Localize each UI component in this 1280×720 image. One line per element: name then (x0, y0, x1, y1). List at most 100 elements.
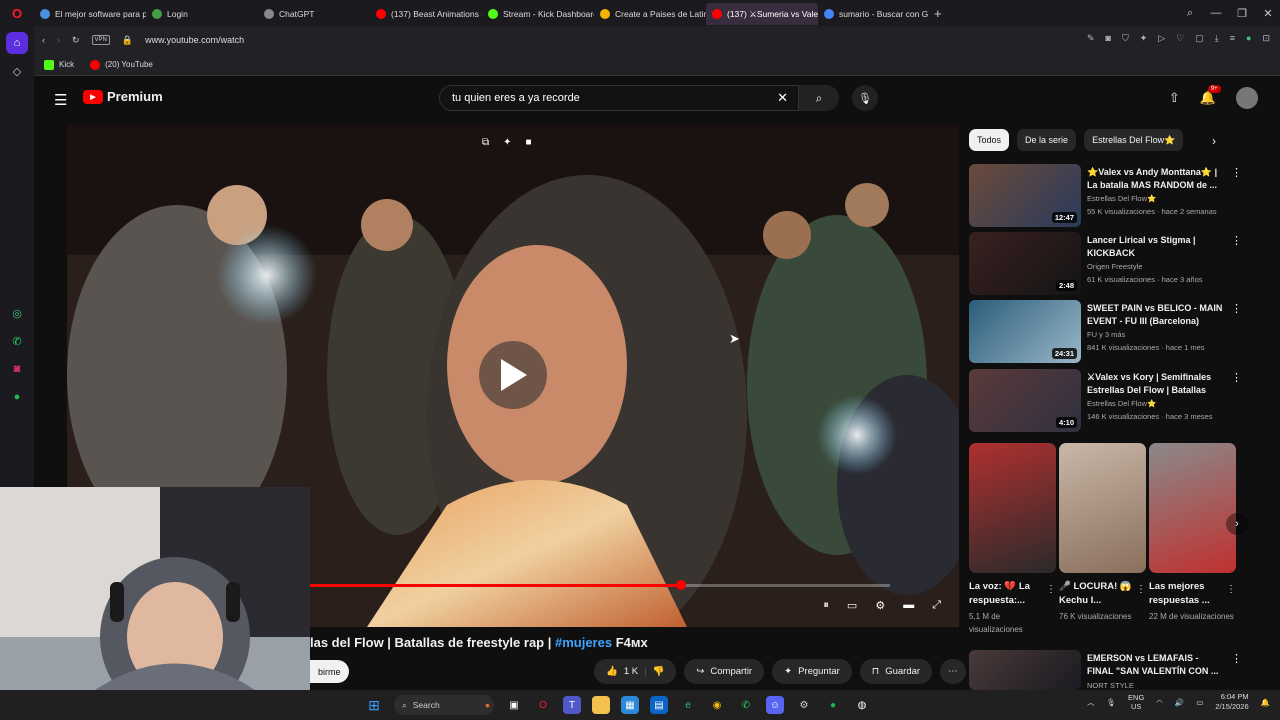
play-icon[interactable]: ▷ (1158, 33, 1165, 44)
short-title[interactable]: 🎤 LOCURA! 😱 Kechu I... (1059, 580, 1135, 608)
chevron-right-icon[interactable]: › (1212, 134, 1216, 148)
theater-mode-icon[interactable]: ▬ (903, 599, 914, 612)
menu-icon[interactable]: ≡ (1230, 33, 1235, 44)
outlook-icon[interactable]: ▤ (650, 696, 668, 714)
sparkle-icon[interactable]: ✦ (503, 137, 511, 148)
pin-icon[interactable]: ◇ (6, 60, 28, 82)
channel-name[interactable]: Origen Freestyle (1087, 262, 1237, 271)
teams-icon[interactable]: T (563, 696, 581, 714)
more-options-icon[interactable]: ⋮ (1136, 584, 1146, 595)
video-thumbnail[interactable]: 4:10 (969, 369, 1081, 432)
recommendation-item[interactable]: 4:10 ⚔Valex vs Kory | Semifinales Estrell… (969, 369, 1259, 433)
close-window-button[interactable]: ✕ (1256, 7, 1280, 20)
subtitles-icon[interactable]: ▭ (847, 599, 857, 612)
notification-center-icon[interactable]: 🔔 (1261, 698, 1270, 707)
browser-tab[interactable]: ChatGPT (258, 3, 370, 25)
video-thumbnail[interactable] (969, 650, 1081, 690)
short-title[interactable]: La voz: 💔 La respuesta:... (969, 580, 1045, 608)
avatar[interactable] (1236, 87, 1258, 109)
more-options-icon[interactable]: ⋮ (1231, 652, 1242, 665)
url-field[interactable]: www.youtube.com/watch (145, 35, 244, 45)
video-title[interactable]: ⚔Valex vs Kory | Semifinales Estrellas D… (1087, 371, 1225, 398)
chatgpt-icon[interactable]: ◎ (6, 302, 28, 324)
channel-name[interactable]: FU y 3 más (1087, 330, 1237, 339)
recommendation-item[interactable]: 2:48 Lancer Lirical vs Stigma | KICKBACK O… (969, 232, 1259, 296)
filter-chip[interactable]: De la serie (1017, 129, 1077, 151)
channel-name[interactable]: Estrellas Del Flow⭐ (1087, 399, 1237, 408)
download-icon[interactable]: ⤓ (1215, 33, 1219, 44)
video-title[interactable]: SWEET PAIN vs BELICO - MAIN EVENT - FU I… (1087, 302, 1225, 328)
chevron-up-icon[interactable]: ︿ (1087, 697, 1095, 708)
save-button[interactable]: ⊓ Guardar (859, 659, 933, 684)
ask-button[interactable]: ✦ Preguntar (772, 659, 852, 684)
filter-chip[interactable]: Todos (969, 129, 1010, 151)
whatsapp-icon[interactable]: ✆ (6, 330, 28, 352)
wifi-icon[interactable]: ◠ (1156, 698, 1163, 707)
channel-name[interactable]: Estrellas Del Flow⭐ (1087, 194, 1237, 203)
bookmark-youtube[interactable]: (20) YouTube (90, 59, 153, 70)
more-actions-button[interactable]: ⋯ (940, 659, 966, 684)
extension-icon[interactable]: ✦ (1140, 33, 1148, 44)
edit-icon[interactable]: ✎ (1087, 33, 1095, 44)
forward-icon[interactable]: › (57, 35, 60, 45)
opera-taskbar-icon[interactable]: O (534, 696, 552, 714)
spotify-taskbar-icon[interactable]: ● (824, 696, 842, 714)
short-thumbnail[interactable] (969, 443, 1056, 573)
taskbar-search[interactable]: ⌕ Search ● (394, 695, 494, 715)
opera-menu-icon[interactable]: O (0, 0, 34, 26)
play-button[interactable] (479, 341, 547, 409)
clear-search-icon[interactable]: ✕ (777, 90, 788, 106)
store-icon[interactable]: ▦ (621, 696, 639, 714)
more-options-icon[interactable]: ⋮ (1231, 302, 1242, 315)
back-icon[interactable]: ‹ (42, 35, 45, 45)
microphone-icon[interactable]: 🎙 (1107, 698, 1117, 707)
progress-bar[interactable] (310, 580, 890, 590)
search-tabs-icon[interactable]: ⌕ (1178, 7, 1202, 20)
video-thumbnail[interactable]: 24:31 (969, 300, 1081, 363)
volume-icon[interactable]: 🔊 (1175, 698, 1184, 707)
maximize-button[interactable]: ❐ (1230, 7, 1254, 20)
steam-icon[interactable]: ⚙ (795, 696, 813, 714)
recommendation-item[interactable]: 12:47 ⭐Valex vs Andy Monttana⭐ | La batal… (969, 164, 1259, 228)
shield-icon[interactable]: ⛉ (1122, 33, 1129, 44)
camera-icon[interactable]: ◙ (1106, 33, 1111, 44)
short-title[interactable]: Las mejores respuestas ... (1149, 580, 1225, 608)
browser-tab[interactable]: (137) ⚔Sumeria vs Valex (706, 3, 818, 25)
clock[interactable]: 6:04 PM 2/15/2026 (1215, 692, 1248, 712)
whatsapp-taskbar-icon[interactable]: ✆ (737, 696, 755, 714)
minimize-button[interactable]: — (1204, 7, 1228, 19)
settings-icon[interactable]: ⚙ (875, 599, 885, 612)
copy-icon[interactable]: ⧉ (482, 137, 489, 148)
browser-tab[interactable]: Stream - Kick Dashboard (482, 3, 594, 25)
hamburger-menu-icon[interactable]: ☰ (54, 91, 67, 109)
battery-icon[interactable]: ▭ (1196, 698, 1203, 707)
youtube-logo[interactable]: ▶ Premium (83, 89, 163, 104)
file-explorer-icon[interactable] (592, 696, 610, 714)
upload-icon[interactable]: ⇧ (1169, 90, 1180, 106)
voice-search-icon[interactable]: 🎙 (852, 85, 878, 111)
notifications-icon[interactable]: 🔔 9+ (1200, 85, 1221, 106)
video-title[interactable]: Lancer Lirical vs Stigma | KICKBACK (1087, 234, 1225, 260)
video-title[interactable]: EMERSON vs LEMAFAIS - FINAL "SAN VALENTÍ… (1087, 652, 1225, 678)
task-view-icon[interactable]: ▣ (505, 696, 523, 714)
edge-icon[interactable]: e (679, 696, 697, 714)
more-options-icon[interactable]: ⋮ (1046, 584, 1056, 595)
hashtag-link[interactable]: #mujeres (555, 635, 612, 650)
spotify-icon[interactable]: ● (6, 386, 28, 408)
camera-icon[interactable]: ■ (526, 137, 532, 148)
video-thumbnail[interactable]: 12:47 (969, 164, 1081, 227)
profile-icon[interactable]: ● (1246, 33, 1251, 44)
channel-name[interactable]: NORT STYLE (1087, 681, 1237, 690)
browser-tab[interactable]: Login (146, 3, 258, 25)
autoplay-toggle-icon[interactable]: ⏸ (823, 599, 829, 612)
browser-tab[interactable]: Create a Paises de Latinoa (594, 3, 706, 25)
home-icon[interactable]: ⌂ (6, 32, 28, 54)
browser-tab[interactable]: sumario - Buscar con Goo (818, 3, 928, 25)
subscribe-button[interactable]: birme (310, 660, 349, 683)
language-indicator[interactable]: ENG US (1128, 693, 1144, 711)
thumbs-down-icon[interactable]: 👎 (653, 666, 665, 677)
more-options-icon[interactable]: ⋮ (1231, 166, 1242, 179)
bookmark-kick[interactable]: Kick (44, 59, 74, 70)
video-title[interactable]: ⭐Valex vs Andy Monttana⭐ | La batalla MA… (1087, 166, 1225, 192)
search-input[interactable]: tu quien eres a ya recorde ✕ (439, 85, 799, 111)
